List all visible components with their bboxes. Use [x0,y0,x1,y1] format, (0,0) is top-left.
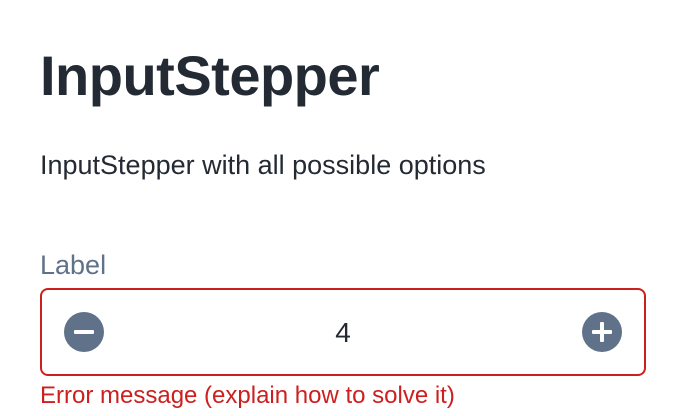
decrement-button[interactable] [64,312,104,352]
plus-circle-icon [592,322,612,342]
increment-button[interactable] [582,312,622,352]
page: InputStepper InputStepper with all possi… [0,0,686,416]
stepper-value-input[interactable]: 4 [122,316,564,350]
error-message: Error message (explain how to solve it) [40,382,455,409]
page-title: InputStepper [40,44,380,107]
minus-circle-icon [74,330,94,334]
stepper-label: Label [40,250,107,280]
quantity-stepper: 4 [40,288,646,376]
page-description: InputStepper with all possible options [40,150,486,180]
